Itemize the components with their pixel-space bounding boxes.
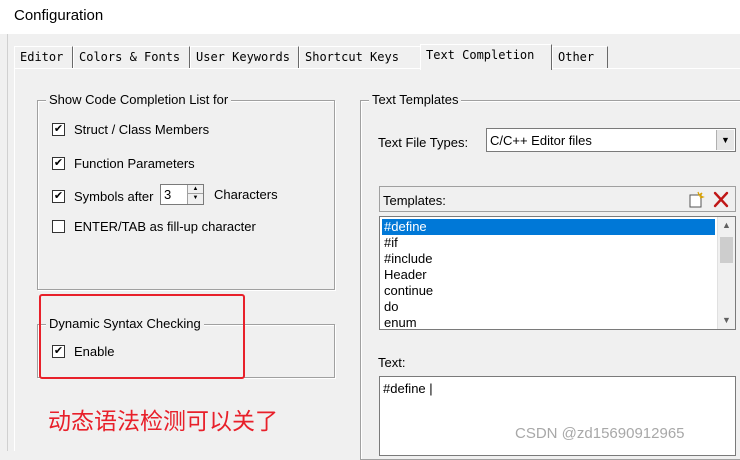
stepper-up-icon[interactable]: ▲: [188, 185, 203, 194]
templates-scrollbar[interactable]: ▲ ▼: [717, 217, 735, 329]
enter-tab-checkbox[interactable]: [52, 220, 65, 233]
watermark: CSDN @zd15690912965: [515, 425, 685, 442]
text-label: Text:: [378, 355, 406, 370]
struct-members-label: Struct / Class Members: [74, 122, 210, 137]
tab-colors-fonts[interactable]: Colors & Fonts: [73, 46, 190, 68]
stepper-buttons: ▲ ▼: [187, 185, 203, 204]
template-text-value: #define |: [383, 381, 433, 396]
list-item[interactable]: Header: [382, 267, 715, 283]
file-types-value: C/C++ Editor files: [490, 133, 592, 148]
template-text-editor[interactable]: #define |: [379, 376, 736, 456]
enter-tab-label: ENTER/TAB as fill-up character: [74, 219, 256, 234]
list-item[interactable]: #define: [382, 219, 715, 235]
window-title: Configuration: [14, 7, 104, 24]
struct-members-checkbox[interactable]: ✔: [52, 123, 65, 136]
characters-label: Characters: [214, 187, 278, 202]
list-item[interactable]: #include: [382, 251, 715, 267]
scroll-up-icon[interactable]: ▲: [718, 217, 735, 234]
scroll-thumb[interactable]: [720, 237, 733, 263]
templates-list[interactable]: #define #if #include Header continue do …: [379, 216, 736, 330]
list-item[interactable]: enum: [382, 315, 715, 329]
new-template-icon[interactable]: [686, 190, 706, 209]
symbols-count-stepper[interactable]: 3 ▲ ▼: [160, 184, 204, 205]
tab-text-completion[interactable]: Text Completion: [420, 44, 552, 70]
symbols-after-label: Symbols after: [74, 189, 154, 204]
tab-shortcut-keys[interactable]: Shortcut Keys: [299, 46, 422, 68]
list-item[interactable]: do: [382, 299, 715, 315]
code-completion-legend: Show Code Completion List for: [46, 92, 232, 107]
tab-user-keywords[interactable]: User Keywords: [190, 46, 299, 68]
symbols-after-checkbox[interactable]: ✔: [52, 190, 65, 203]
tab-editor[interactable]: Editor: [14, 46, 73, 68]
templates-label: Templates:: [383, 193, 446, 208]
annotation-text: 动态语法检测可以关了: [48, 409, 278, 435]
templates-header: Templates:: [379, 186, 736, 212]
highlight-box: [39, 294, 245, 379]
symbols-count-value: 3: [164, 187, 172, 202]
delete-icon[interactable]: [711, 190, 731, 209]
left-edge: [0, 34, 8, 451]
file-types-label: Text File Types:: [378, 135, 469, 150]
file-types-select[interactable]: C/C++ Editor files ▼: [486, 128, 736, 152]
title-bar: Configuration: [0, 0, 740, 34]
function-params-label: Function Parameters: [74, 156, 195, 171]
chevron-down-icon[interactable]: ▼: [716, 130, 734, 150]
list-item[interactable]: #if: [382, 235, 715, 251]
scroll-down-icon[interactable]: ▼: [718, 312, 735, 329]
tab-other[interactable]: Other: [552, 46, 608, 68]
function-params-checkbox[interactable]: ✔: [52, 157, 65, 170]
stepper-down-icon[interactable]: ▼: [188, 194, 203, 203]
text-templates-legend: Text Templates: [369, 92, 462, 107]
list-item[interactable]: continue: [382, 283, 715, 299]
